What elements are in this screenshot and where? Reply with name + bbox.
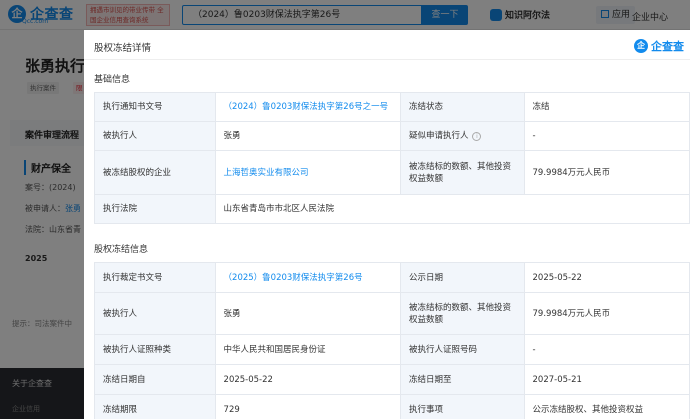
id-type-label: 被执行人证照种类 (94, 334, 216, 365)
modal-logo-icon: 企 (634, 39, 648, 53)
table-row: 冻结期限 729 执行事项 公示冻结股权、其他投资权益 (94, 394, 690, 419)
suspected-applicant-value: - (523, 121, 690, 151)
freeze-period-label: 冻结期限 (94, 394, 216, 419)
execution-matter-value: 公示冻结股权、其他投资权益 (523, 394, 690, 419)
table-row: 被执行人 张勇 疑似申请执行人 i - (94, 121, 690, 151)
modal-title: 股权冻结详情 (94, 43, 152, 54)
ruling-number-link[interactable]: （2025）鲁0203财保法执字第26号 (214, 262, 401, 293)
equity-freeze-modal: 股权冻结详情 企 企查查 基础信息 执行通知书文号 （2024）鲁0203财保法… (84, 30, 690, 419)
publish-date-label: 公示日期 (399, 262, 525, 293)
help-icon[interactable]: i (472, 132, 482, 141)
equity-freeze-info-table: 执行裁定书文号 （2025）鲁0203财保法执字第26号 公示日期 2025-0… (94, 262, 690, 419)
table-row: 执行通知书文号 （2024）鲁0203财保法执字第26号之一号 冻结状态 冻结 (94, 92, 690, 122)
freeze-status-value: 冻结 (523, 92, 690, 122)
executed-person-value: 张勇 (214, 121, 401, 151)
freeze-start-value: 2025-05-22 (214, 364, 401, 395)
freeze-period-value: 729 (214, 394, 401, 419)
freeze-start-label: 冻结日期自 (94, 364, 216, 395)
equity-freeze-info-title: 股权冻结信息 (94, 245, 149, 255)
basic-info-title: 基础信息 (94, 75, 131, 85)
table-row: 冻结日期自 2025-05-22 冻结日期至 2027-05-21 (94, 364, 690, 395)
frozen-amount-value: 79.9984万元人民币 (523, 292, 690, 335)
table-row: 被执行人证照种类 中华人民共和国居民身份证 被执行人证照号码 - (94, 334, 690, 365)
freeze-end-label: 冻结日期至 (399, 364, 525, 395)
modal-logo-text: 企查查 (651, 40, 684, 53)
table-row: 执行法院 山东省青岛市市北区人民法院 (94, 194, 690, 224)
notice-number-label: 执行通知书文号 (94, 92, 216, 122)
modal-header: 股权冻结详情 企 企查查 (84, 30, 690, 60)
suspected-applicant-label: 疑似申请执行人 i (399, 121, 525, 151)
frozen-amount-label: 被冻结标的数额、其他投资权益数额 (399, 292, 525, 335)
executed-person-label: 被执行人 (94, 292, 216, 335)
id-number-label: 被执行人证照号码 (399, 334, 525, 365)
frozen-amount-label: 被冻结标的数额、其他投资权益数额 (399, 150, 525, 195)
court-value: 山东省青岛市市北区人民法院 (214, 194, 690, 224)
freeze-end-value: 2027-05-21 (523, 364, 690, 395)
freeze-status-label: 冻结状态 (399, 92, 525, 122)
frozen-amount-value: 79.9984万元人民币 (523, 150, 690, 195)
id-type-value: 中华人民共和国居民身份证 (214, 334, 401, 365)
ruling-number-label: 执行裁定书文号 (94, 262, 216, 293)
executed-person-label: 被执行人 (94, 121, 216, 151)
basic-info-table: 执行通知书文号 （2024）鲁0203财保法执字第26号之一号 冻结状态 冻结 … (94, 92, 690, 224)
frozen-company-link[interactable]: 上海哲奥实业有限公司 (214, 150, 401, 195)
notice-number-link[interactable]: （2024）鲁0203财保法执字第26号之一号 (214, 92, 401, 122)
table-row: 执行裁定书文号 （2025）鲁0203财保法执字第26号 公示日期 2025-0… (94, 262, 690, 293)
frozen-company-label: 被冻结股权的企业 (94, 150, 216, 195)
id-number-value: - (523, 334, 690, 365)
modal-logo: 企 企查查 (634, 38, 684, 54)
publish-date-value: 2025-05-22 (523, 262, 690, 293)
execution-matter-label: 执行事项 (399, 394, 525, 419)
executed-person-value: 张勇 (214, 292, 401, 335)
table-row: 被冻结股权的企业 上海哲奥实业有限公司 被冻结标的数额、其他投资权益数额 79.… (94, 150, 690, 195)
table-row: 被执行人 张勇 被冻结标的数额、其他投资权益数额 79.9984万元人民币 (94, 292, 690, 335)
court-label: 执行法院 (94, 194, 216, 224)
